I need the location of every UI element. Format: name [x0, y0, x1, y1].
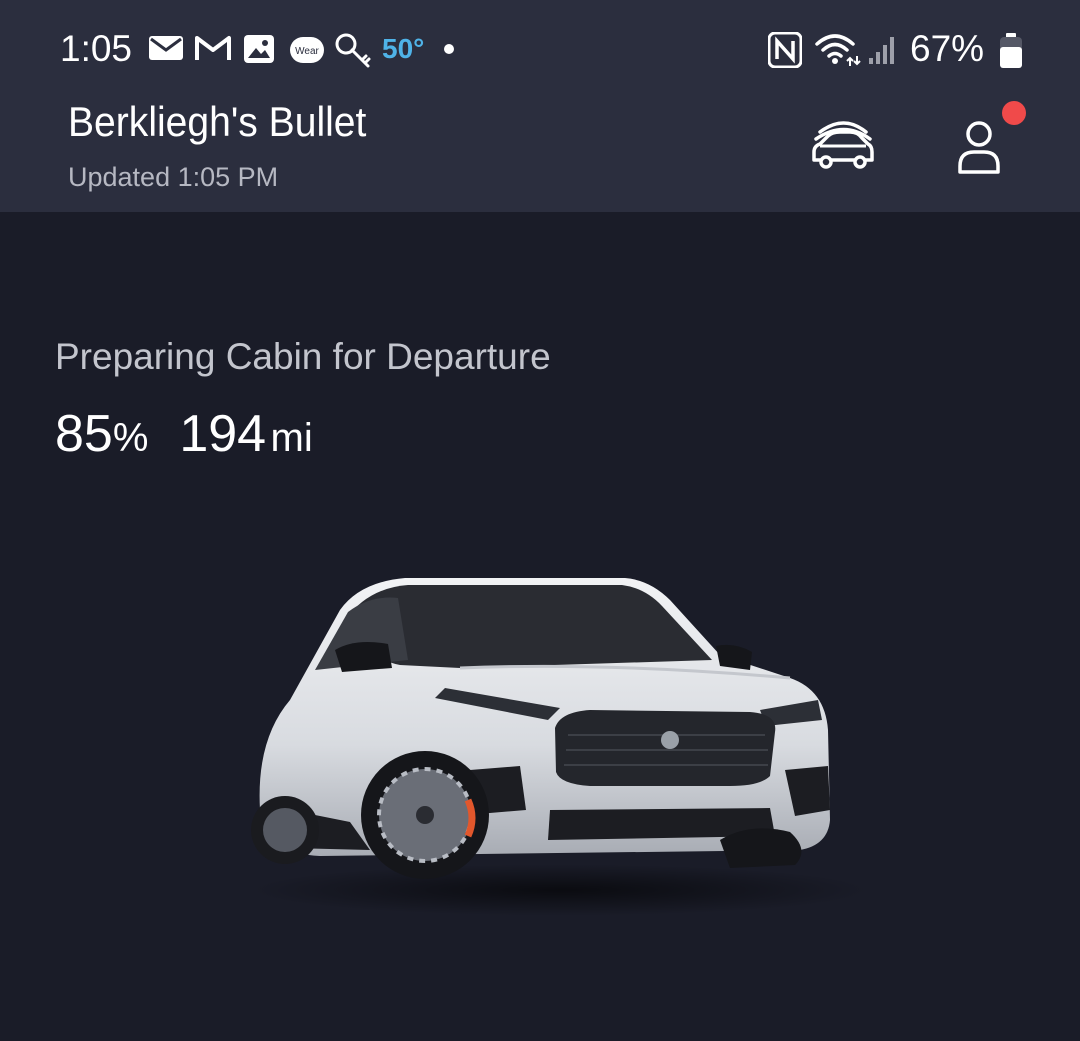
account-icon	[958, 121, 1000, 174]
charge-value: 85	[55, 405, 113, 463]
status-time: 1:05	[60, 28, 133, 69]
signal-icon	[868, 34, 898, 70]
wear-icon: Wear	[289, 36, 325, 68]
account-button[interactable]	[942, 112, 1016, 184]
wifi-icon	[814, 32, 862, 72]
nfc-icon	[767, 31, 803, 72]
battery-percent: 67%	[910, 28, 985, 69]
gallery-icon	[243, 34, 275, 68]
app-header: 1:05 Wear 50° 67% Berkliegh's Bullet Upd…	[0, 0, 1080, 212]
status-temperature: 50°	[382, 33, 425, 64]
notification-badge	[1002, 101, 1026, 125]
charge-unit: %	[112, 416, 149, 460]
vehicle-name: Berkliegh's Bullet	[68, 98, 367, 145]
gmail-icon	[194, 34, 232, 66]
battery-icon	[998, 32, 1024, 74]
vehicle-image	[230, 560, 870, 920]
vehicles-icon	[812, 121, 874, 169]
range-unit: mi	[270, 416, 313, 460]
wear-label: Wear	[295, 46, 319, 57]
vehicles-button[interactable]	[800, 112, 884, 184]
mail-icon	[148, 34, 184, 66]
status-bar: 1:05 Wear 50° 67%	[0, 20, 1080, 84]
vehicle-status: Preparing Cabin for Departure	[55, 336, 551, 377]
more-notifications-dot	[444, 44, 454, 54]
vehicle-metrics: 85% 194 mi	[55, 404, 313, 464]
range-value: 194	[179, 405, 267, 463]
last-updated: Updated 1:05 PM	[68, 162, 279, 192]
key-icon	[334, 32, 374, 74]
